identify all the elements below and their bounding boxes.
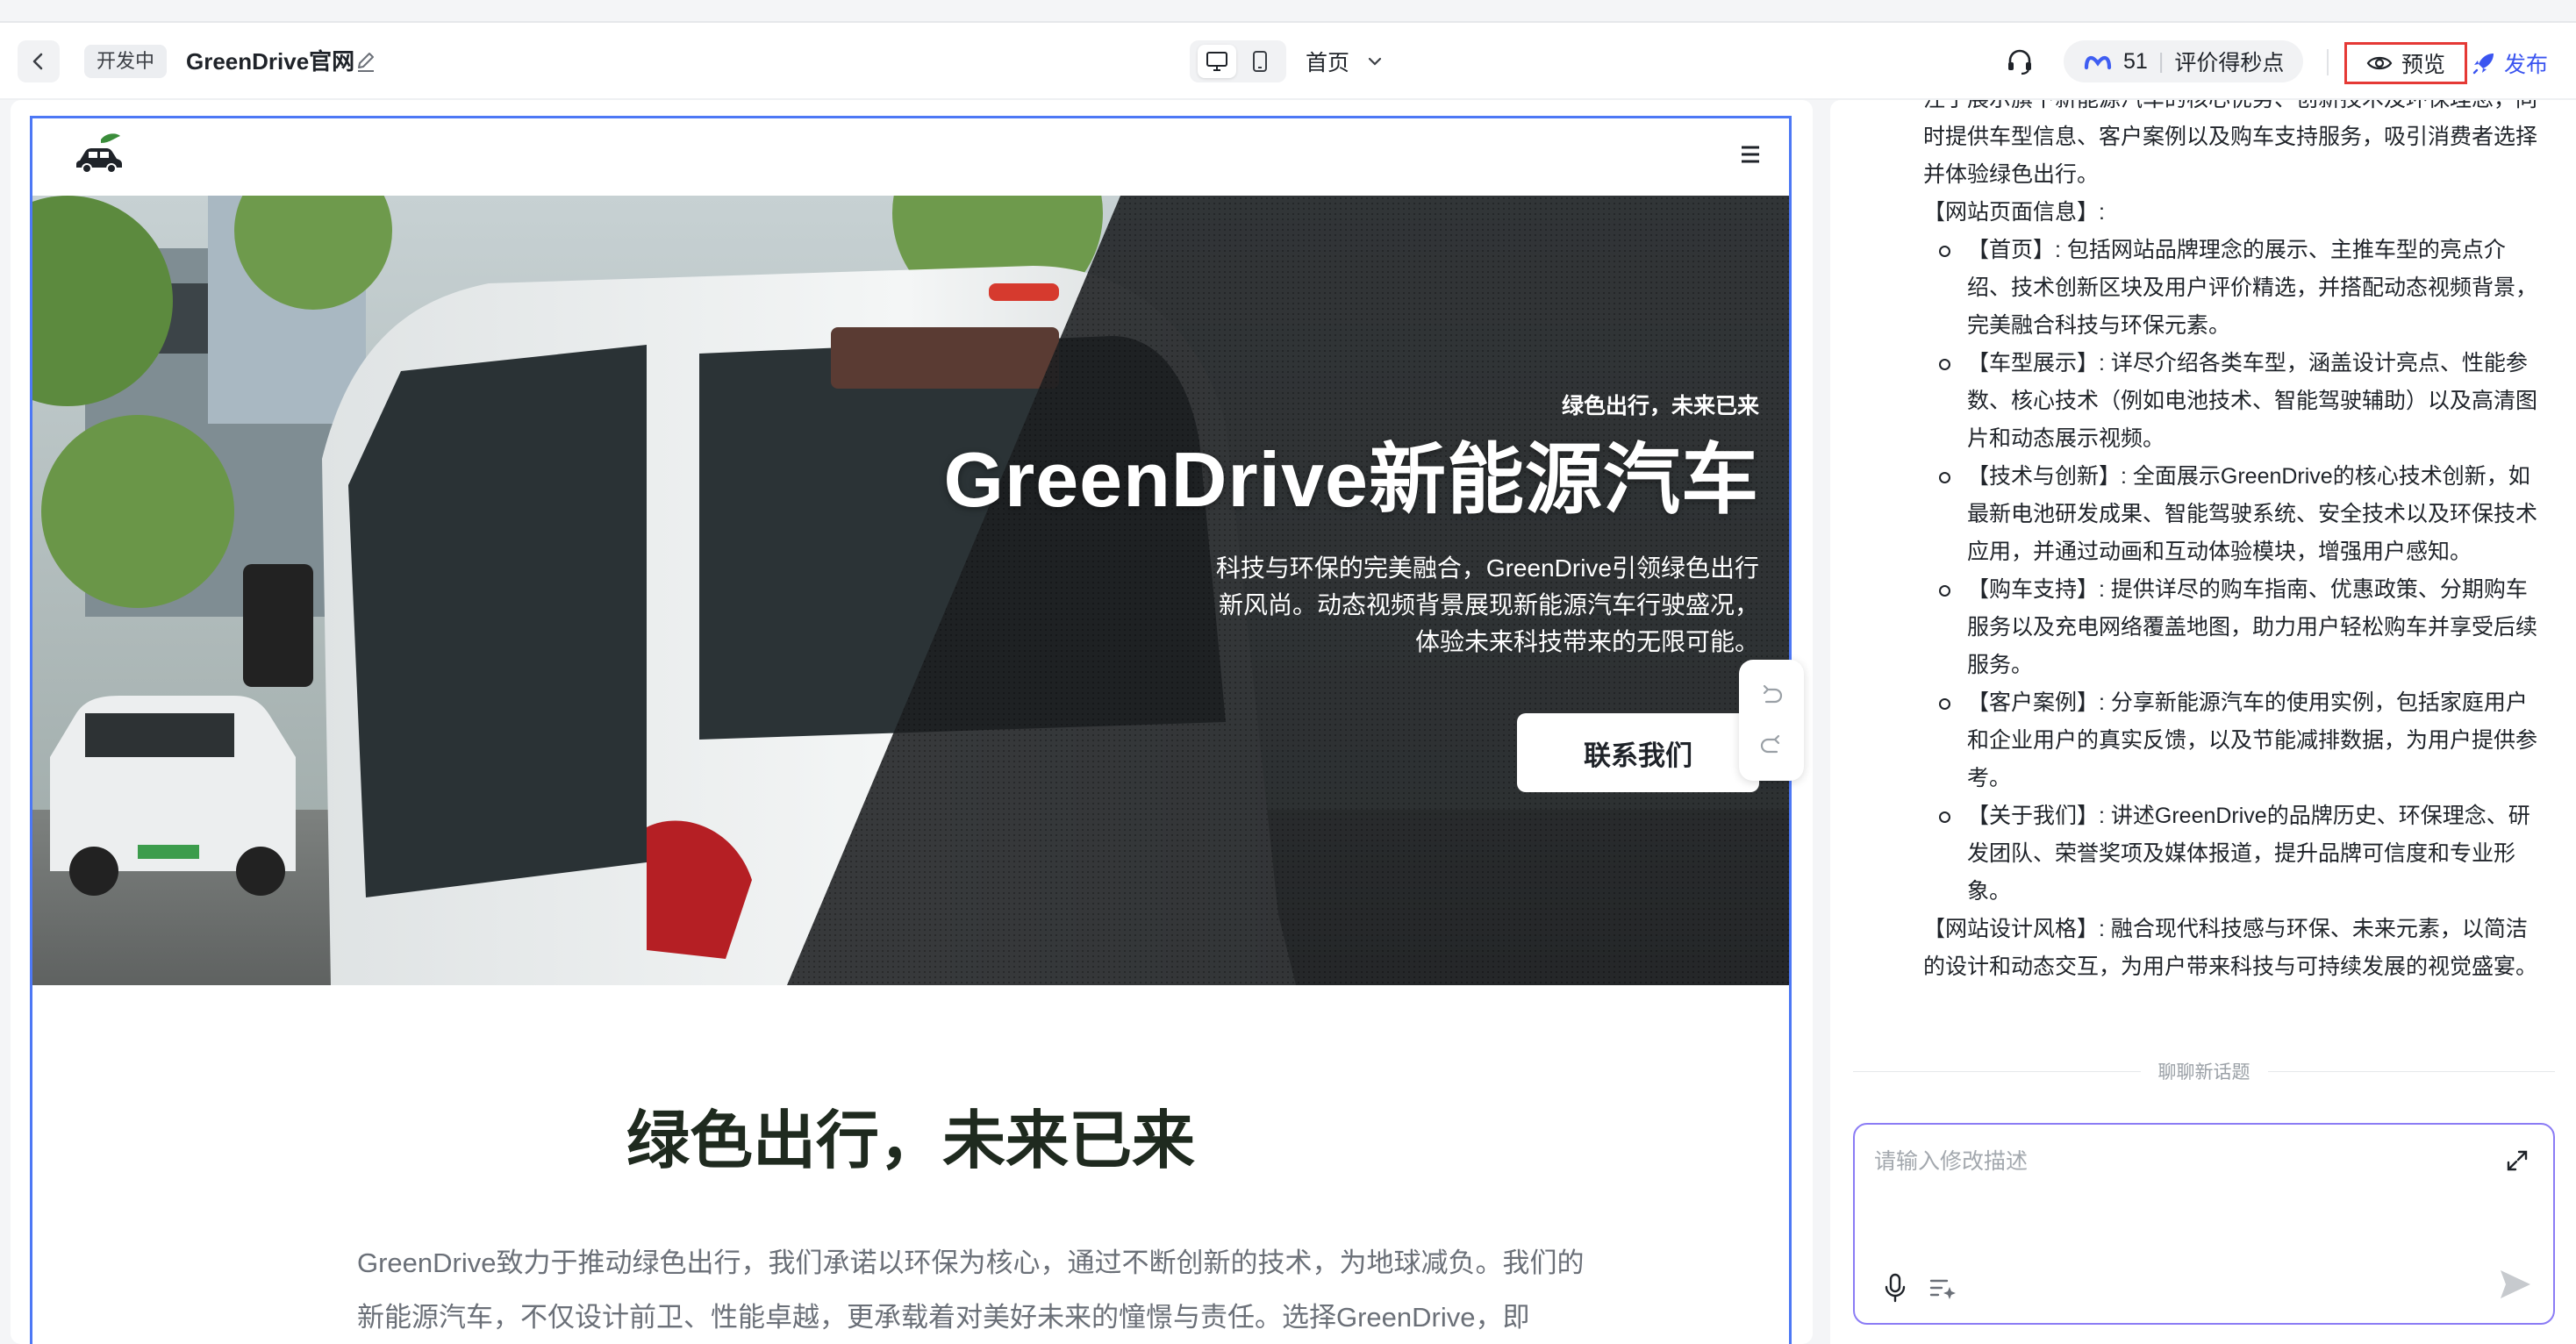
eye-icon <box>2366 56 2393 70</box>
modify-description-input[interactable] <box>1874 1144 2471 1232</box>
mobile-icon <box>1252 51 1267 72</box>
hero-banner: 绿色出行，未来已来 GreenDrive新能源汽车 科技与环保的完美融合，Gre… <box>32 196 1789 985</box>
score-label: 评价得秒点 <box>2174 51 2285 75</box>
publish-label: 发布 <box>2504 53 2549 77</box>
contact-us-button[interactable]: 联系我们 <box>1517 713 1759 792</box>
preview-panel: 绿色出行，未来已来 GreenDrive新能源汽车 科技与环保的完美融合，Gre… <box>11 100 1813 1344</box>
hero-description: 科技与环保的完美融合，GreenDrive引领绿色出行新风尚。动态视频背景展现新… <box>1215 554 1759 655</box>
send-icon[interactable] <box>2495 1265 2534 1304</box>
hero-title: GreenDrive新能源汽车 <box>943 436 1759 523</box>
score-pill[interactable]: 51 | 评价得秒点 <box>2064 40 2304 82</box>
divider-line <box>1853 1070 2141 1072</box>
mic-icon[interactable] <box>1881 1272 1909 1304</box>
expand-icon[interactable] <box>2504 1147 2530 1174</box>
list-item: 【客户案例】: 分享新能源汽车的使用实例，包括家庭用户和企业用户的真实反馈，以及… <box>1923 684 2546 797</box>
list-item: 【购车支持】: 提供详尽的购车指南、优惠政策、分期购车服务以及充电网络覆盖地图，… <box>1923 571 2546 684</box>
preview-label: 预览 <box>2401 53 2445 77</box>
chevron-down-icon <box>1368 57 1382 66</box>
score-count: 51 <box>2123 48 2148 74</box>
preview-button[interactable]: 预览 <box>2344 42 2467 84</box>
mobile-view-button[interactable] <box>1241 45 1279 78</box>
toolbar-divider <box>2327 49 2329 75</box>
list-item: 【车型展示】: 详尽介绍各类车型，涵盖设计亮点、性能参数、核心技术（例如电池技术… <box>1923 345 2546 458</box>
chat-intro: 注于展示旗下新能源汽车的核心优势、创新技术及环保理念，同时提供车型信息、客户案例… <box>1923 100 2538 187</box>
hero-text-block: 绿色出行，未来已来 GreenDrive新能源汽车 科技与环保的完美融合，Gre… <box>944 389 1759 661</box>
new-topic-divider[interactable]: 聊聊新话题 <box>1853 1058 2555 1084</box>
section-title: 绿色出行，未来已来 <box>626 1106 1195 1176</box>
device-toggle <box>1190 40 1286 82</box>
site-header <box>32 118 1789 196</box>
status-badge: 开发中 <box>84 45 168 78</box>
hamburger-icon[interactable] <box>1740 145 1761 164</box>
rocket-icon <box>2472 54 2494 75</box>
chat-input-box <box>1853 1123 2555 1325</box>
divider-line <box>2267 1070 2555 1072</box>
chat-message: 注于展示旗下新能源汽车的核心优势、创新技术及环保理念，同时提供车型信息、客户案例… <box>1923 100 2546 986</box>
site-name: GreenDrive官网 <box>186 48 355 75</box>
new-topic-label: 聊聊新话题 <box>2157 1062 2250 1083</box>
page-selector-label: 首页 <box>1306 51 1350 75</box>
headset-icon[interactable] <box>2004 46 2036 77</box>
redo-icon[interactable] <box>1759 734 1784 757</box>
car-logo-icon[interactable] <box>71 131 125 176</box>
back-button[interactable] <box>18 40 60 82</box>
desktop-icon <box>1206 52 1227 71</box>
list-item: 【技术与创新】: 全面展示GreenDrive的核心技术创新，如最新电池研发成果… <box>1923 458 2546 571</box>
design-style-text: 【网站设计风格】: 融合现代科技感与环保、未来元素，以简洁的设计和动态交互，为用… <box>1923 917 2538 979</box>
desktop-view-button[interactable] <box>1197 45 1236 78</box>
list-item: 【关于我们】: 讲述GreenDrive的品牌历史、环保理念、研发团队、荣誉奖项… <box>1923 797 2546 911</box>
section-body: GreenDrive致力于推动绿色出行，我们承诺以环保为核心，通过不断创新的技术… <box>357 1247 1585 1333</box>
prompt-icon[interactable] <box>1928 1276 1957 1302</box>
publish-button[interactable]: 发布 <box>2471 42 2548 84</box>
history-controls <box>1739 660 1804 781</box>
edit-icon[interactable] <box>353 49 379 75</box>
list-item: 【首页】: 包括网站品牌理念的展示、主推车型的亮点介绍、技术创新区块及用户评价精… <box>1923 232 2546 345</box>
site-preview-frame[interactable]: 绿色出行，未来已来 GreenDrive新能源汽车 科技与环保的完美融合，Gre… <box>30 116 1792 1344</box>
top-bar: 开发中 GreenDrive官网 首页 51 | 评价得秒点 预览 发布 <box>0 21 2576 100</box>
score-separator: | <box>2157 48 2165 74</box>
page-selector[interactable]: 首页 <box>1306 42 1383 81</box>
meta-icon <box>2084 55 2112 70</box>
chat-panel: 注于展示旗下新能源汽车的核心优势、创新技术及环保理念，同时提供车型信息、客户案例… <box>1830 100 2576 1344</box>
page-list: 【首页】: 包括网站品牌理念的展示、主推车型的亮点介绍、技术创新区块及用户评价精… <box>1923 232 2546 911</box>
undo-icon[interactable] <box>1759 684 1784 707</box>
back-icon <box>32 53 43 70</box>
pages-heading: 【网站页面信息】: <box>1923 200 2105 225</box>
hero-kicker: 绿色出行，未来已来 <box>1561 394 1759 418</box>
